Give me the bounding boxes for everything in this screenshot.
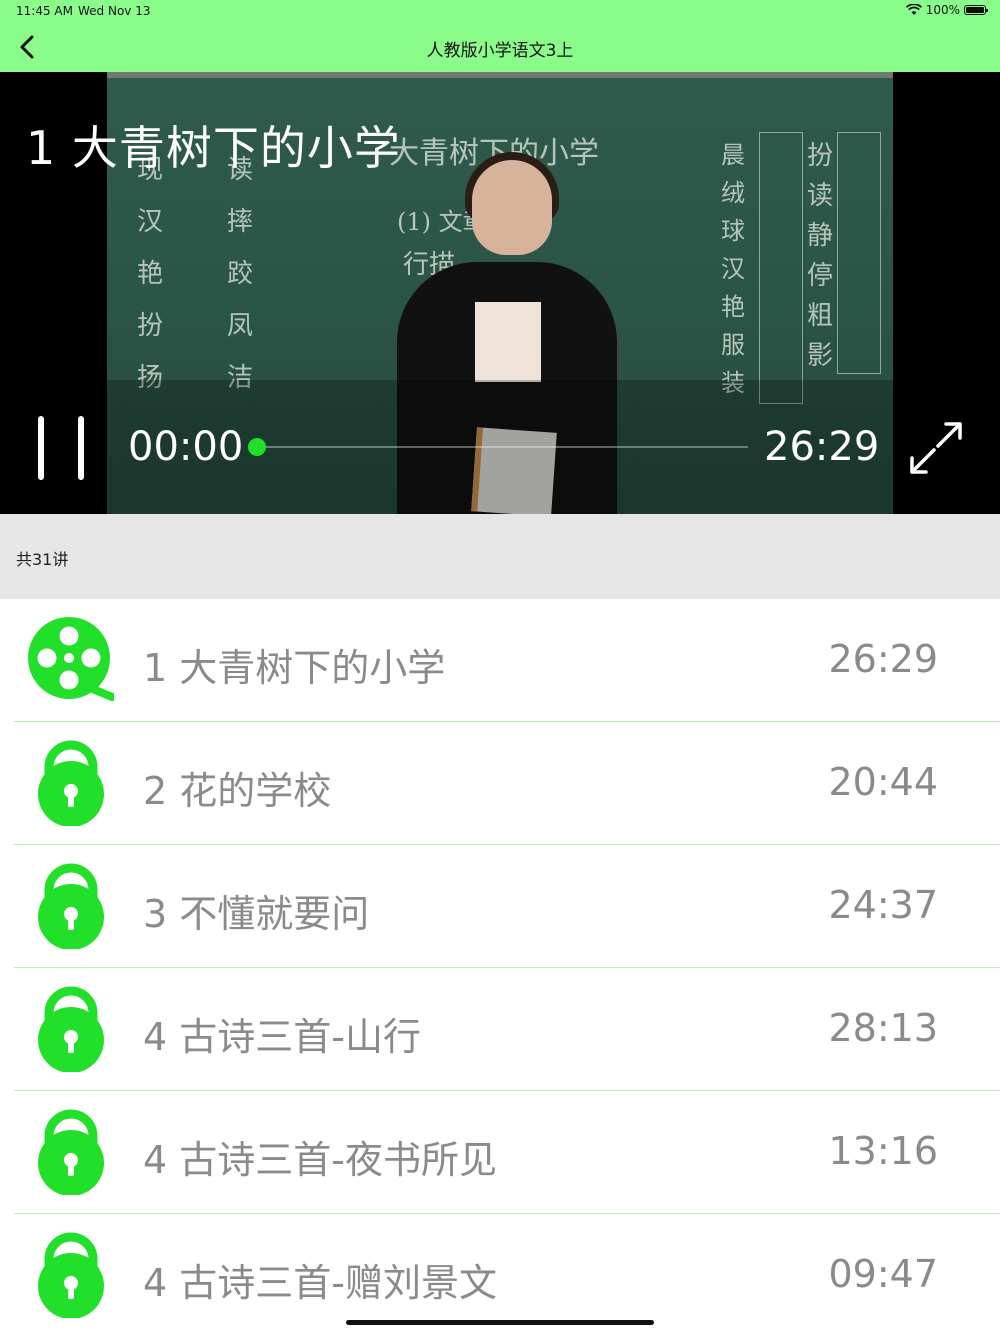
battery-percent: 100% — [925, 3, 960, 17]
status-time: 11:45 AM — [16, 4, 73, 18]
video-player[interactable]: 现 汉 艳 扮 扬 读 摔 跤 凤 洁 大青树下的小学 (1) 文章 行描 晨 … — [0, 72, 1000, 514]
pause-icon[interactable] — [38, 416, 88, 480]
battery-icon — [964, 5, 988, 15]
teacher-head — [472, 160, 552, 255]
status-date: Wed Nov 13 — [78, 4, 151, 18]
lesson-count: 共31讲 — [16, 550, 69, 569]
board-text: 晨 绒 球 汉 艳 服 装 — [721, 141, 745, 397]
board-text: 现 汉 艳 扮 扬 — [137, 155, 164, 393]
lesson-title: 4 古诗三首-山行 — [143, 1015, 421, 1059]
lesson-duration: 09:47 — [828, 1252, 938, 1296]
lesson-title: 3 不懂就要问 — [143, 892, 370, 936]
lesson-row[interactable]: 4 古诗三首-赠刘景文 09:47 — [0, 1214, 1000, 1337]
lesson-row[interactable]: 2 花的学校 20:44 — [0, 722, 1000, 845]
lock-icon — [38, 740, 104, 826]
board-text: 读 摔 跤 凤 洁 — [227, 155, 254, 393]
lesson-row[interactable]: 3 不懂就要问 24:37 — [0, 845, 1000, 968]
video-title: 1 大青树下的小学 — [26, 121, 401, 175]
lock-icon — [38, 1232, 104, 1318]
current-time: 00:00 — [128, 424, 244, 470]
status-right: 100% — [905, 3, 988, 17]
film-reel-icon — [28, 617, 114, 701]
lesson-row[interactable]: 4 古诗三首-山行 28:13 — [0, 968, 1000, 1091]
status-bar: 11:45 AM Wed Nov 13 100% — [0, 0, 1000, 22]
board-text: 扮 读 静 停 粗 影 — [807, 141, 834, 371]
teacher-shirt — [475, 302, 541, 382]
seek-bar[interactable] — [258, 446, 748, 448]
lock-icon — [38, 986, 104, 1072]
lesson-title: 4 古诗三首-赠刘景文 — [143, 1261, 497, 1305]
lesson-title: 2 花的学校 — [143, 769, 332, 813]
lesson-row[interactable]: 4 古诗三首-夜书所见 13:16 — [0, 1091, 1000, 1214]
home-indicator[interactable] — [346, 1320, 654, 1325]
page-title: 人教版小学语文3上 — [426, 41, 574, 61]
lesson-title: 4 古诗三首-夜书所见 — [143, 1138, 497, 1182]
board-grid — [837, 132, 881, 374]
lesson-duration: 13:16 — [828, 1129, 938, 1173]
navigation-bar: 人教版小学语文3上 — [0, 22, 1000, 72]
board-frame-edge — [107, 72, 893, 78]
lesson-duration: 26:29 — [828, 637, 938, 681]
seek-knob[interactable] — [248, 438, 266, 456]
board-grid — [759, 132, 803, 404]
wifi-icon — [905, 4, 922, 15]
lock-icon — [38, 1109, 104, 1195]
lesson-duration: 28:13 — [828, 1006, 938, 1050]
section-header: 共31讲 — [0, 514, 1000, 599]
lock-icon — [38, 863, 104, 949]
fullscreen-icon[interactable] — [908, 420, 964, 476]
total-time: 26:29 — [764, 424, 880, 470]
lesson-title: 1 大青树下的小学 — [143, 646, 446, 690]
lesson-duration: 20:44 — [828, 760, 938, 804]
lesson-duration: 24:37 — [828, 883, 938, 927]
lesson-row[interactable]: 1 大青树下的小学 26:29 — [0, 599, 1000, 722]
